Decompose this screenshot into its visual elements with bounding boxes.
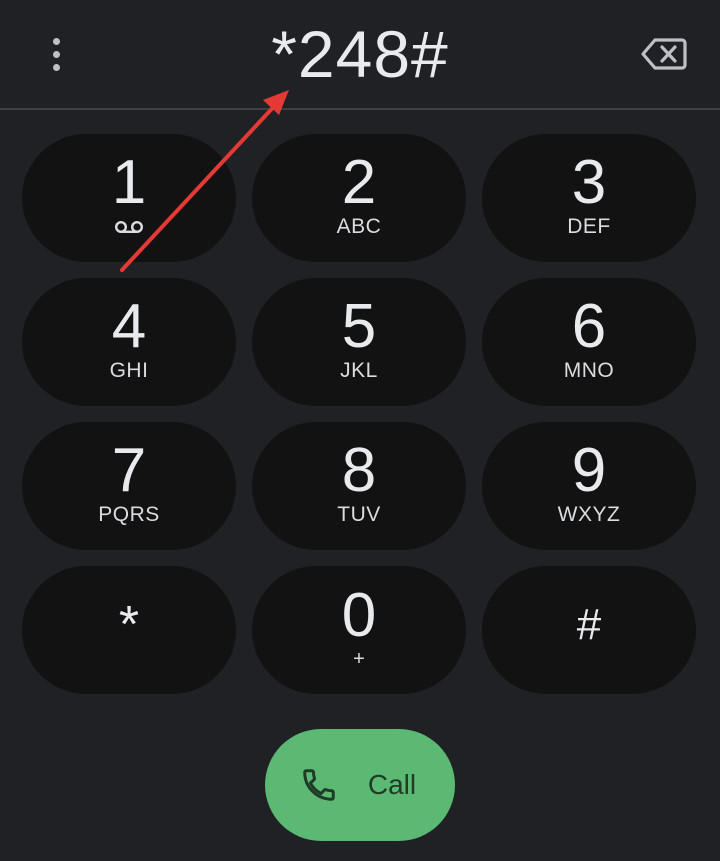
more-vert-icon bbox=[52, 37, 60, 45]
voicemail-icon bbox=[114, 215, 144, 239]
more-vert-icon-dot bbox=[52, 63, 60, 71]
key-digit: 0 bbox=[341, 581, 377, 650]
key-digit: 1 bbox=[111, 148, 147, 217]
more-options-button[interactable] bbox=[38, 32, 74, 76]
dialpad-key-6[interactable]: 6 MNO bbox=[482, 278, 696, 406]
dialer-screen: *248# 1 2 ABC 3 DEF 4 GHI 5 JKL 6 MNO 7 … bbox=[0, 0, 720, 861]
dialpad: 1 2 ABC 3 DEF 4 GHI 5 JKL 6 MNO 7 PQRS 8… bbox=[22, 134, 698, 694]
key-digit: 5 bbox=[341, 292, 377, 361]
key-letters: WXYZ bbox=[557, 503, 621, 526]
dialpad-key-9[interactable]: 9 WXYZ bbox=[482, 422, 696, 550]
key-digit: # bbox=[576, 600, 602, 649]
dialpad-key-8[interactable]: 8 TUV bbox=[252, 422, 466, 550]
more-vert-icon-dot bbox=[52, 50, 60, 58]
key-digit: 4 bbox=[111, 292, 147, 361]
dialpad-key-star[interactable]: * bbox=[22, 566, 236, 694]
key-digit: * bbox=[118, 596, 140, 654]
key-digit: 6 bbox=[571, 292, 607, 361]
key-letters: + bbox=[353, 648, 365, 670]
call-button[interactable]: Call bbox=[265, 729, 455, 841]
dialer-header: *248# bbox=[0, 0, 720, 110]
key-digit: 3 bbox=[571, 148, 607, 217]
dialpad-key-3[interactable]: 3 DEF bbox=[482, 134, 696, 262]
key-letters: MNO bbox=[563, 359, 615, 382]
dialpad-key-hash[interactable]: # bbox=[482, 566, 696, 694]
key-letters: PQRS bbox=[98, 503, 160, 526]
dialpad-key-1[interactable]: 1 bbox=[22, 134, 236, 262]
phone-icon bbox=[303, 769, 335, 801]
call-button-label: Call bbox=[367, 769, 417, 800]
dialpad-key-2[interactable]: 2 ABC bbox=[252, 134, 466, 262]
backspace-icon bbox=[641, 38, 687, 70]
dialpad-key-4[interactable]: 4 GHI bbox=[22, 278, 236, 406]
key-digit: 8 bbox=[341, 436, 377, 505]
key-letters: GHI bbox=[109, 359, 149, 382]
key-digit: 7 bbox=[111, 436, 147, 505]
dialpad-key-0[interactable]: 0 + bbox=[252, 566, 466, 694]
backspace-button[interactable] bbox=[636, 30, 692, 78]
key-letters: TUV bbox=[337, 503, 381, 526]
key-letters: JKL bbox=[340, 359, 378, 382]
key-letters: DEF bbox=[567, 215, 611, 238]
dialpad-key-5[interactable]: 5 JKL bbox=[252, 278, 466, 406]
key-digit: 9 bbox=[571, 436, 607, 505]
key-digit: 2 bbox=[341, 148, 377, 217]
dialed-number-display[interactable]: *248# bbox=[160, 14, 560, 94]
key-letters: ABC bbox=[336, 215, 382, 238]
dialpad-key-7[interactable]: 7 PQRS bbox=[22, 422, 236, 550]
